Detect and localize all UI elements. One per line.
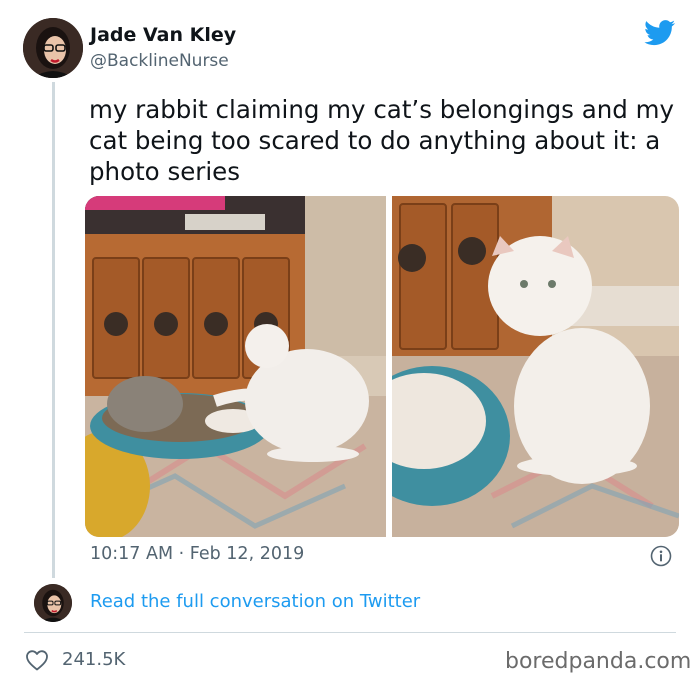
author-avatar[interactable] xyxy=(23,18,83,78)
small-avatar[interactable] xyxy=(34,584,72,622)
photo-1[interactable] xyxy=(85,196,386,537)
tweet-text: my rabbit claiming my cat’s belongings a… xyxy=(89,95,674,186)
twitter-bird-icon[interactable] xyxy=(644,20,676,46)
thread-line xyxy=(52,82,55,578)
divider xyxy=(24,632,676,633)
heart-icon[interactable] xyxy=(25,649,49,671)
photo-2[interactable] xyxy=(392,196,679,537)
read-conversation-link[interactable]: Read the full conversation on Twitter xyxy=(90,591,420,612)
author-name[interactable]: Jade Van Kley xyxy=(90,24,236,46)
watermark: boredpanda.com xyxy=(505,649,692,674)
tweet-timestamp[interactable]: 10:17 AM · Feb 12, 2019 xyxy=(90,544,304,564)
info-icon[interactable] xyxy=(650,545,672,567)
photo-grid[interactable] xyxy=(85,196,679,537)
author-handle[interactable]: @BacklineNurse xyxy=(90,51,229,71)
like-count: 241.5K xyxy=(62,649,126,670)
